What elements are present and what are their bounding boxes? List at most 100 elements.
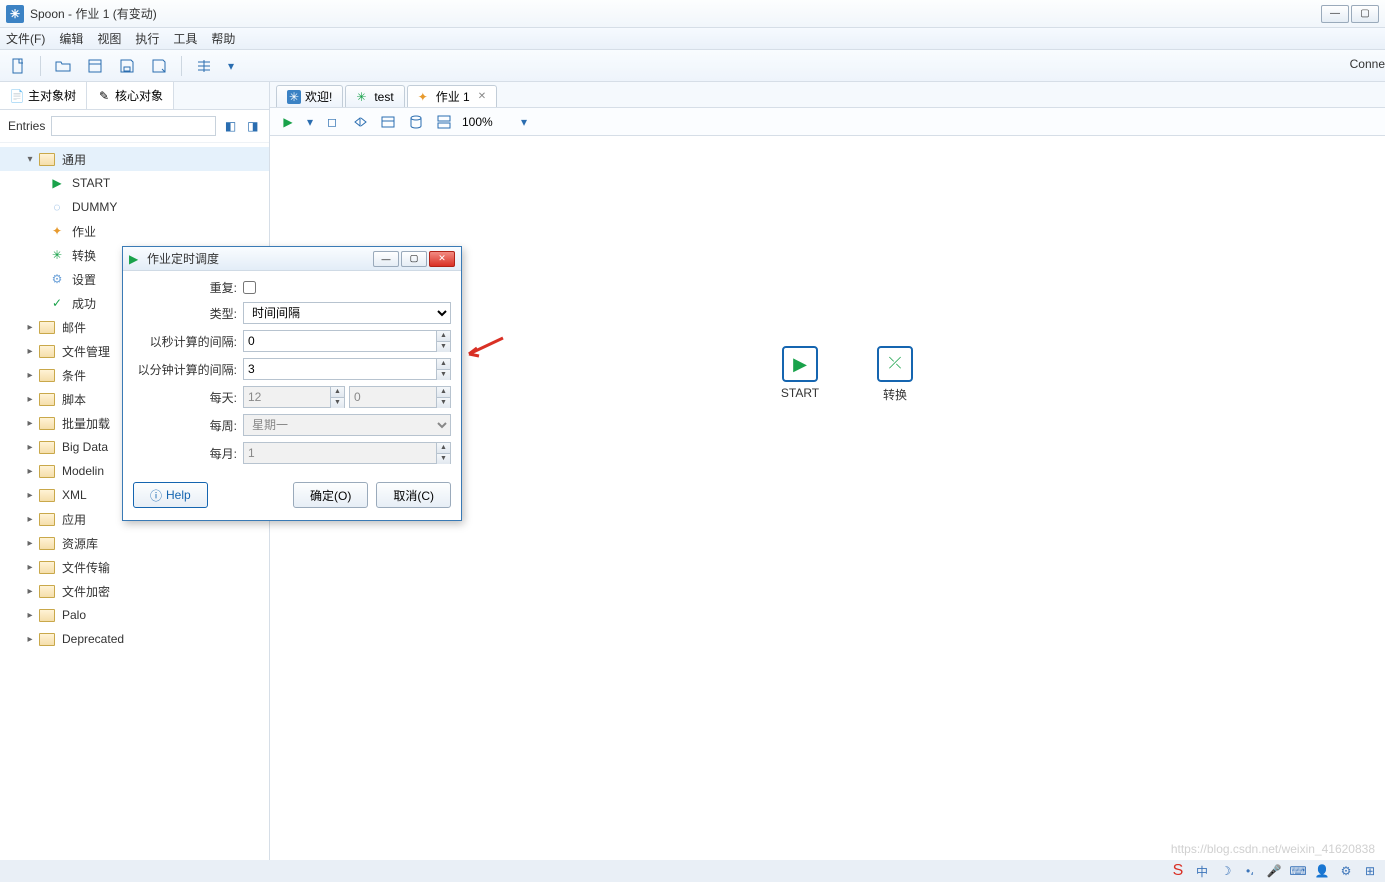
tree-label: 设置 [72, 271, 96, 288]
expand-icon[interactable]: ▸ [24, 394, 36, 405]
interval-seconds-input[interactable] [243, 330, 451, 352]
menu-run[interactable]: 执行 [135, 30, 159, 47]
tree-folder[interactable]: ▸Deprecated [0, 627, 269, 651]
menu-file[interactable]: 文件(F) [6, 30, 45, 47]
new-file-icon[interactable] [8, 56, 28, 76]
perspective-icon[interactable] [194, 56, 214, 76]
sidebar-tab-main-tree[interactable]: 📄 主对象树 [0, 82, 87, 109]
tree-folder[interactable]: ▸Palo [0, 603, 269, 627]
expand-icon[interactable]: ▸ [24, 610, 36, 621]
menu-tools[interactable]: 工具 [173, 30, 197, 47]
menu-help[interactable]: 帮助 [211, 30, 235, 47]
canvas-node-start[interactable]: ▶ START [770, 346, 830, 400]
explore-icon[interactable] [85, 56, 105, 76]
spinner-arrows[interactable]: ▲▼ [436, 331, 450, 351]
repeat-checkbox[interactable] [243, 281, 256, 294]
expand-icon[interactable]: ▸ [24, 442, 36, 453]
label-weekly: 每周: [133, 417, 243, 434]
type-select[interactable]: 时间间隔 [243, 302, 451, 324]
menu-view[interactable]: 视图 [97, 30, 121, 47]
window-titlebar: ✳ Spoon - 作业 1 (有变动) — ▢ [0, 0, 1385, 28]
spinner-arrows: ▲▼ [436, 387, 450, 407]
tray-icon[interactable]: 👤 [1315, 864, 1329, 878]
weekly-select: 星期一 [243, 414, 451, 436]
tray-icon[interactable]: 🎤 [1267, 864, 1281, 878]
expand-icon[interactable]: ▸ [24, 514, 36, 525]
connect-label[interactable]: Conne [1350, 57, 1385, 71]
save-icon[interactable] [117, 56, 137, 76]
tree-label: 条件 [62, 367, 86, 384]
tray-icon[interactable]: ⚙ [1339, 864, 1353, 878]
tray-icon[interactable]: ⌨ [1291, 864, 1305, 878]
ok-button[interactable]: 确定(O) [293, 482, 368, 508]
dialog-minimize-button[interactable]: — [373, 251, 399, 267]
dialog-close-button[interactable]: ✕ [429, 251, 455, 267]
show-results-icon[interactable] [434, 112, 454, 132]
transform-icon: ✳ [48, 246, 66, 264]
menu-bar: 文件(F) 编辑 视图 执行 工具 帮助 [0, 28, 1385, 50]
tab-welcome[interactable]: ✳ 欢迎! [276, 85, 343, 107]
annotation-arrow-icon [465, 336, 505, 360]
spinner-arrows[interactable]: ▲▼ [436, 359, 450, 379]
expand-icon[interactable]: ▸ [24, 634, 36, 645]
expand-icon[interactable]: ▸ [24, 466, 36, 477]
expand-icon[interactable]: ▸ [24, 562, 36, 573]
stop-icon[interactable]: ◻ [322, 112, 342, 132]
tree-folder[interactable]: ▸文件加密 [0, 579, 269, 603]
expand-icon[interactable]: ▸ [24, 586, 36, 597]
canvas-node-transform[interactable]: ⤫ 转换 [865, 346, 925, 403]
close-tab-icon[interactable]: ✕ [478, 91, 486, 102]
ime-icon[interactable]: S [1171, 864, 1185, 878]
run-icon[interactable]: ▶ [278, 112, 298, 132]
folder-icon [38, 366, 56, 384]
tree-item-dummy[interactable]: ◌ DUMMY [0, 195, 269, 219]
tree-item-job[interactable]: ✦ 作业 [0, 219, 269, 243]
zoom-input[interactable] [462, 115, 512, 129]
minimize-button[interactable]: — [1321, 5, 1349, 23]
tree-folder-general[interactable]: ▾ 通用 [0, 147, 269, 171]
tree-label: 邮件 [62, 319, 86, 336]
dialog-maximize-button[interactable]: ▢ [401, 251, 427, 267]
entries-search-input[interactable] [51, 116, 216, 136]
interval-minutes-input[interactable] [243, 358, 451, 380]
system-taskbar: S 中 ☽ •، 🎤 ⌨ 👤 ⚙ ⊞ [0, 860, 1385, 882]
app-icon: ✳ [287, 90, 301, 104]
zoom-dropdown-icon[interactable]: ▾ [520, 112, 528, 132]
cancel-button[interactable]: 取消(C) [376, 482, 451, 508]
tab-job1[interactable]: ✦ 作业 1 ✕ [407, 85, 497, 107]
tray-icon[interactable]: ☽ [1219, 864, 1233, 878]
perspective-dropdown-icon[interactable]: ▾ [226, 56, 236, 76]
menu-edit[interactable]: 编辑 [59, 30, 83, 47]
maximize-button[interactable]: ▢ [1351, 5, 1379, 23]
replay-icon[interactable] [350, 112, 370, 132]
run-dropdown-icon[interactable]: ▾ [306, 112, 314, 132]
collapse-icon[interactable]: ▾ [24, 154, 36, 165]
folder-icon [38, 558, 56, 576]
tree-label: 作业 [72, 223, 96, 240]
expand-icon[interactable]: ▸ [24, 322, 36, 333]
tree-folder[interactable]: ▸文件传输 [0, 555, 269, 579]
tree-item-start[interactable]: ▶ START [0, 171, 269, 195]
expand-icon[interactable]: ▸ [24, 346, 36, 357]
tray-icon[interactable]: ⊞ [1363, 864, 1377, 878]
help-button[interactable]: ⓘHelp [133, 482, 208, 508]
tray-icon[interactable]: •، [1243, 864, 1257, 878]
node-label: 转换 [865, 386, 925, 403]
tree-folder[interactable]: ▸资源库 [0, 531, 269, 555]
expand-icon[interactable]: ▸ [24, 370, 36, 381]
db-explore-icon[interactable] [406, 112, 426, 132]
sidebar-tab-core-objects[interactable]: ✎ 核心对象 [87, 82, 174, 109]
expand-icon[interactable]: ▸ [24, 538, 36, 549]
play-icon: ▶ [48, 174, 66, 192]
open-file-icon[interactable] [53, 56, 73, 76]
save-as-icon[interactable] [149, 56, 169, 76]
sql-icon[interactable] [378, 112, 398, 132]
expand-all-icon[interactable]: ◧ [222, 117, 238, 135]
dialog-titlebar[interactable]: ▶ 作业定时调度 — ▢ ✕ [123, 247, 461, 271]
expand-icon[interactable]: ▸ [24, 418, 36, 429]
tray-icon[interactable]: 中 [1195, 864, 1209, 878]
tab-test[interactable]: ✳ test [345, 85, 404, 107]
sidebar-tab-label: 核心对象 [115, 87, 163, 104]
collapse-all-icon[interactable]: ◨ [245, 117, 261, 135]
expand-icon[interactable]: ▸ [24, 490, 36, 501]
